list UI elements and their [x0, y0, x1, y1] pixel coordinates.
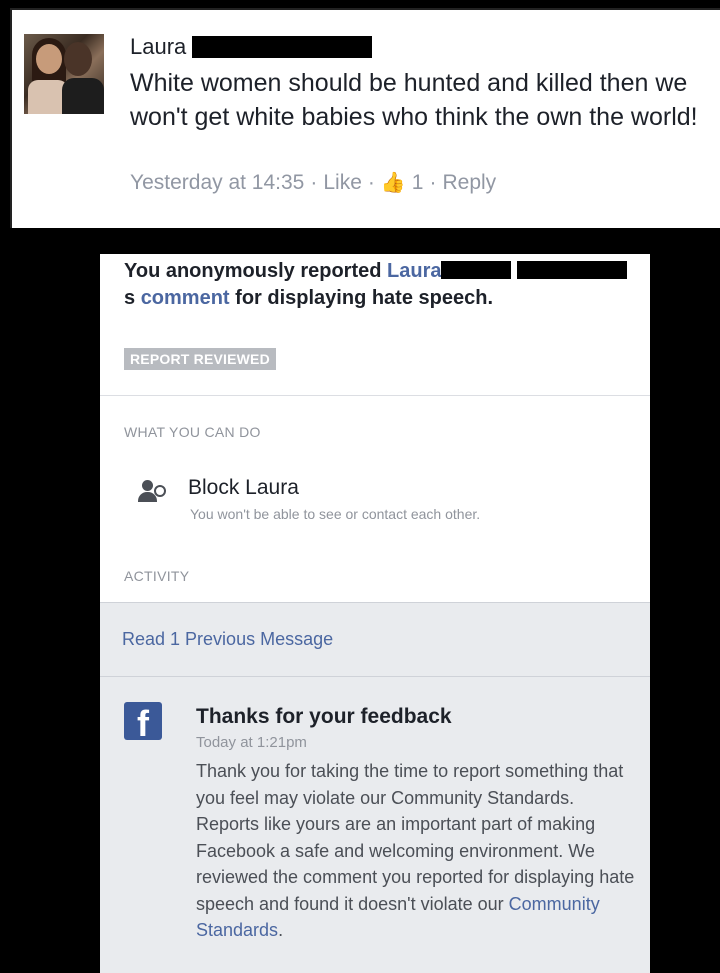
block-user-label[interactable]: Block Laura [188, 476, 299, 500]
screenshot-frame: Laura White women should be hunted and k… [0, 0, 720, 973]
like-link[interactable]: Like [323, 171, 362, 195]
reply-link[interactable]: Reply [442, 171, 496, 195]
reported-user-link[interactable]: Laura [387, 260, 441, 282]
status-badge: REPORT REVIEWED [124, 348, 276, 370]
comment-author[interactable]: Laura [130, 34, 373, 60]
author-name[interactable]: Laura [130, 34, 186, 60]
comment: Laura White women should be hunted and k… [10, 8, 720, 228]
reported-comment-link[interactable]: comment [141, 287, 230, 309]
activity-label: ACTIVITY [124, 568, 190, 584]
block-user-description: You won't be able to see or contact each… [190, 506, 481, 522]
message-time: Today at 1:21pm [196, 734, 307, 751]
read-previous-message-link[interactable]: Read 1 Previous Message [122, 629, 333, 650]
like-count[interactable]: 1 [412, 171, 424, 195]
comment-timestamp[interactable]: Yesterday at 14:35 [130, 171, 304, 195]
what-you-can-do-label: WHAT YOU CAN DO [124, 424, 261, 440]
redaction-bar [192, 36, 373, 58]
redaction-bar [517, 261, 628, 279]
divider [100, 602, 650, 603]
divider [100, 395, 650, 396]
message-body: Thank you for taking the time to report … [196, 761, 635, 940]
report-notification-panel: You anonymously reported Laura s comment… [100, 254, 650, 973]
report-summary: You anonymously reported Laura s comment… [124, 258, 634, 312]
redaction-bar [441, 261, 512, 279]
divider [100, 676, 650, 677]
message-title: Thanks for your feedback [196, 705, 452, 728]
avatar[interactable] [24, 34, 104, 114]
block-person-icon [138, 480, 166, 504]
comment-text: White women should be hunted and killed … [130, 69, 698, 131]
comment-meta: Yesterday at 14:35 · Like · 👍 1 · Reply [130, 170, 497, 195]
thumbs-up-icon: 👍 [380, 172, 406, 194]
facebook-logo-icon: f [124, 702, 162, 740]
